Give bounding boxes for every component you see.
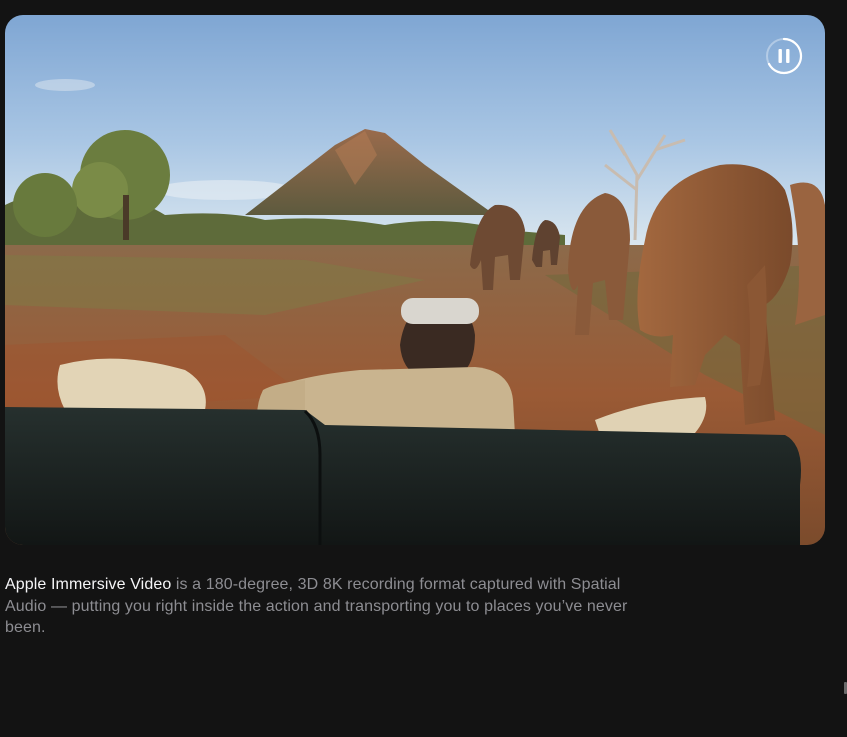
video-caption: Apple Immersive Video is a 180-degree, 3… bbox=[5, 574, 665, 639]
page: Apple Immersive Video is a 180-degree, 3… bbox=[0, 0, 847, 737]
video-frame bbox=[5, 15, 825, 545]
pause-button[interactable] bbox=[765, 37, 803, 75]
pause-icon bbox=[766, 37, 803, 75]
caption-lead: Apple Immersive Video bbox=[5, 576, 172, 593]
immersive-video-player[interactable] bbox=[5, 15, 825, 545]
